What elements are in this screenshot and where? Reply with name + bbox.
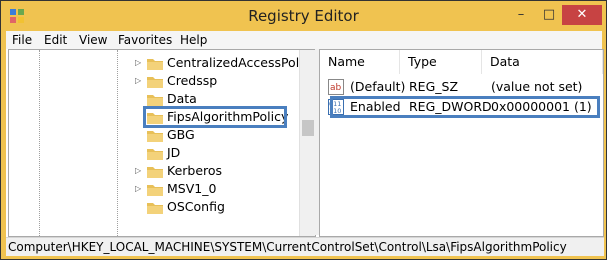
registry-editor-window: Registry Editor – □ ✕ File Edit View Fav… [0, 0, 607, 260]
tree-item-label: CentralizedAccessPolicie [167, 55, 316, 70]
menu-view[interactable]: View [79, 33, 107, 47]
folder-icon [147, 167, 163, 178]
menu-bar: File Edit View Favorites Help [6, 31, 602, 49]
tree-item-credssp[interactable]: ▷ Credssp [9, 72, 299, 90]
value-type: REG_SZ [409, 79, 459, 94]
tree-item-msv1_0[interactable]: ▷ MSV1_0 [9, 180, 299, 198]
string-value-icon: ab [328, 79, 344, 95]
tree-item-label: OSConfig [167, 199, 225, 214]
folder-icon [147, 203, 163, 214]
folder-icon [147, 131, 163, 142]
folder-icon [147, 95, 163, 106]
tree-item-label: Credssp [167, 73, 218, 88]
tree-vertical-scrollbar[interactable] [299, 50, 315, 236]
folder-icon [147, 59, 163, 70]
folder-icon [147, 77, 163, 88]
menu-favorites[interactable]: Favorites [118, 33, 172, 47]
close-button[interactable]: ✕ [562, 5, 602, 25]
scrollbar-thumb[interactable] [302, 120, 314, 136]
client-area: File Edit View Favorites Help ▷ Centrali… [6, 31, 604, 256]
value-row-default[interactable]: ab (Default) REG_SZ (value not set) [320, 78, 603, 96]
expand-arrow-icon[interactable]: ▷ [135, 162, 141, 180]
tree-item-gbg[interactable]: GBG [9, 126, 299, 144]
value-data: (value not set) [491, 79, 583, 94]
tree-item-label: MSV1_0 [167, 181, 217, 196]
registry-tree-pane[interactable]: ▷ CentralizedAccessPolicie ▷ Credssp Dat… [8, 49, 316, 237]
menu-help[interactable]: Help [180, 33, 207, 47]
tree-item-kerberos[interactable]: ▷ Kerberos [9, 162, 299, 180]
selected-key-highlight [143, 106, 287, 128]
column-header-data[interactable]: Data [482, 50, 603, 74]
values-list-pane[interactable]: Name Type Data ab (Default) REG_SZ (valu… [319, 49, 604, 237]
status-bar-path: Computer\HKEY_LOCAL_MACHINE\SYSTEM\Curre… [6, 237, 604, 256]
tree-item-label: Kerberos [167, 163, 223, 178]
value-name: (Default) [350, 79, 406, 94]
maximize-button[interactable]: □ [535, 5, 563, 25]
tree-item-jd[interactable]: JD [9, 144, 299, 162]
tree-item-centralizedaccesspolicies[interactable]: ▷ CentralizedAccessPolicie [9, 54, 315, 72]
enabled-row-highlight [330, 96, 600, 118]
expand-arrow-icon[interactable]: ▷ [135, 72, 141, 90]
tree-item-label: JD [167, 145, 181, 160]
menu-edit[interactable]: Edit [44, 33, 67, 47]
column-header-name[interactable]: Name [320, 50, 400, 74]
tree-item-label: GBG [167, 127, 195, 142]
folder-icon [147, 149, 163, 160]
minimize-button[interactable]: – [507, 5, 535, 25]
folder-icon [147, 185, 163, 196]
title-bar[interactable]: Registry Editor – □ ✕ [1, 1, 606, 31]
tree-item-osconfig[interactable]: OSConfig [9, 198, 299, 216]
svg-text:ab: ab [330, 83, 342, 93]
menu-file[interactable]: File [12, 33, 32, 47]
expand-arrow-icon[interactable]: ▷ [135, 180, 141, 198]
expand-arrow-icon[interactable]: ▷ [135, 54, 141, 72]
column-header-type[interactable]: Type [400, 50, 482, 74]
